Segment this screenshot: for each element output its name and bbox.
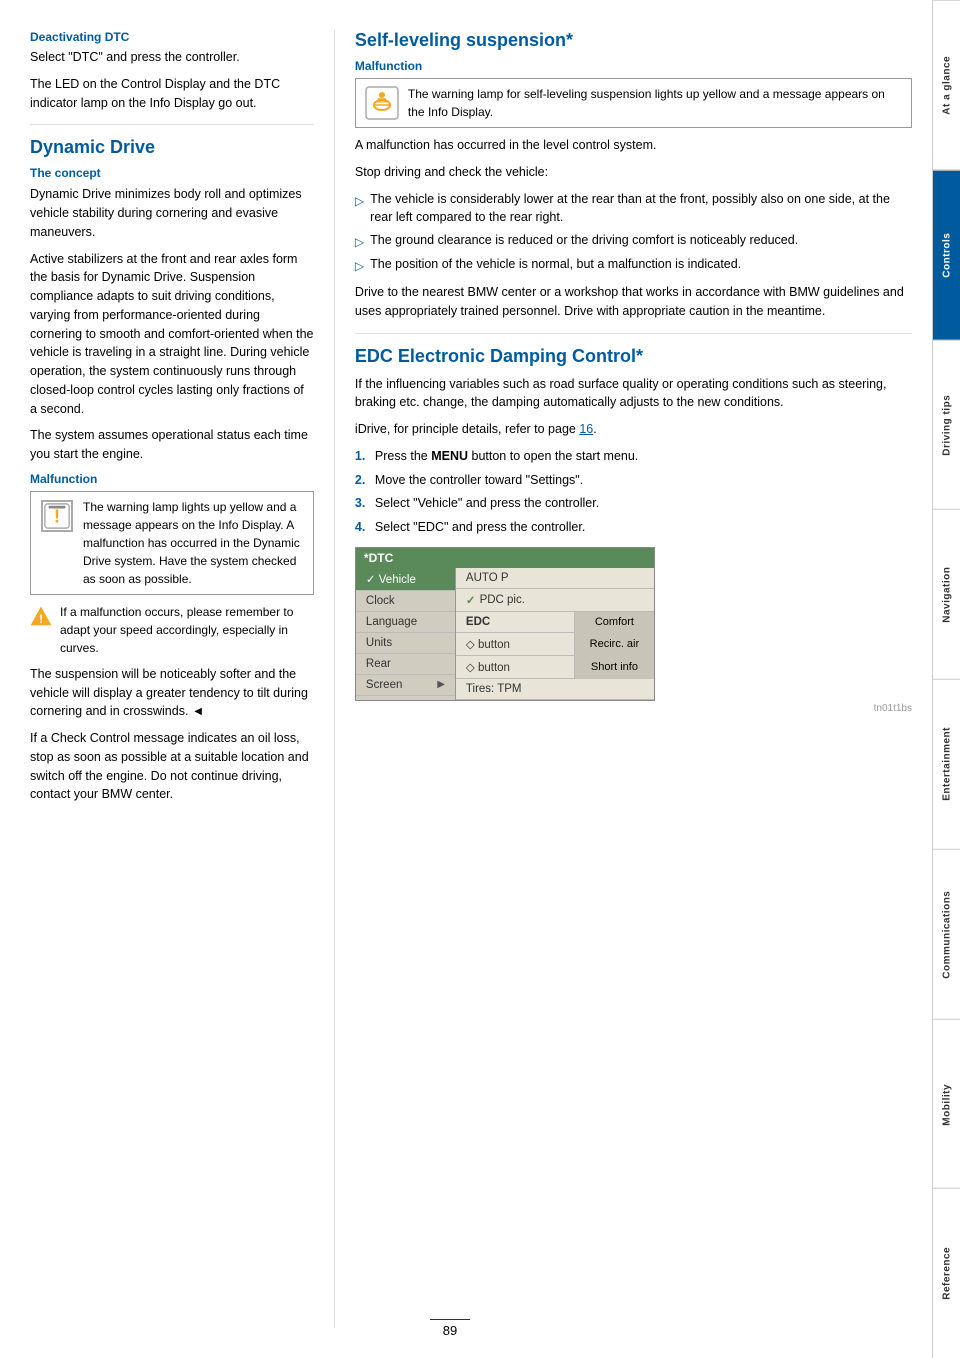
sidebar-tab-reference[interactable]: Reference <box>933 1188 960 1358</box>
deactivating-dtc-text1: Select "DTC" and press the controller. <box>30 48 314 67</box>
idrive-comfort: Comfort <box>574 612 654 633</box>
idrive-item-screen: Screen ▶ <box>356 675 455 696</box>
concept-para1: Dynamic Drive minimizes body roll and op… <box>30 185 314 241</box>
sl-warning-text: The warning lamp for self-leveling suspe… <box>408 85 903 121</box>
caution-text: If a malfunction occurs, please remember… <box>60 603 314 657</box>
idrive-title-bar: *DTC <box>356 548 654 568</box>
concept-para2: Active stabilizers at the front and rear… <box>30 250 314 419</box>
list-item: 1. Press the MENU button to open the sta… <box>355 447 912 466</box>
sl-warning-icon <box>364 85 400 121</box>
self-leveling-heading: Self-leveling suspension* <box>355 30 912 51</box>
deactivating-dtc-heading: Deactivating DTC <box>30 30 314 44</box>
separator2 <box>355 333 912 334</box>
idrive-edc-item: EDC <box>456 612 574 633</box>
sl-warning-box: The warning lamp for self-leveling suspe… <box>355 78 912 128</box>
idrive-button1: ◇ button <box>456 633 574 656</box>
page-number: 89 <box>430 1323 470 1338</box>
idrive-button2: ◇ button <box>456 656 574 679</box>
idrive-menu-screenshot: *DTC Vehicle Clock Language Units Rear S… <box>355 547 655 701</box>
edc-steps: 1. Press the MENU button to open the sta… <box>355 447 912 537</box>
sl-text3: Drive to the nearest BMW center or a wor… <box>355 283 912 321</box>
svg-text:!: ! <box>54 505 60 526</box>
list-item: ▷ The position of the vehicle is normal,… <box>355 255 912 275</box>
dd-malfunction-text2: If a Check Control message indicates an … <box>30 729 314 804</box>
edc-text1: If the influencing variables such as roa… <box>355 375 912 413</box>
sidebar-tab-mobility[interactable]: Mobility <box>933 1019 960 1189</box>
sl-text2: Stop driving and check the vehicle: <box>355 163 912 182</box>
self-leveling-section: Self-leveling suspension* Malfunction <box>355 30 912 321</box>
edc-heading: EDC Electronic Damping Control* <box>355 346 912 367</box>
caution-triangle-icon: ! <box>30 605 52 630</box>
idrive-link[interactable]: 16 <box>579 422 593 436</box>
idrive-menu-items: Vehicle Clock Language Units Rear Screen… <box>356 568 654 700</box>
idrive-recirc: Recirc. air <box>574 633 654 656</box>
idrive-button-row1: ◇ button Recirc. air <box>456 633 654 656</box>
list-item: ▷ The ground clearance is reduced or the… <box>355 231 912 251</box>
idrive-shortinfo: Short info <box>574 656 654 679</box>
idrive-right-autop: AUTO P <box>456 568 654 589</box>
idrive-item-clock: Clock <box>356 591 455 612</box>
concept-heading: The concept <box>30 166 314 180</box>
sl-text1: A malfunction has occurred in the level … <box>355 136 912 155</box>
idrive-item-rear: Rear <box>356 654 455 675</box>
sidebar-tab-at-a-glance[interactable]: At a glance <box>933 0 960 170</box>
dd-warning-box: ! The warning lamp lights up yellow and … <box>30 491 314 595</box>
idrive-right-panel: AUTO P ✓ PDC pic. EDC Comfort <box>456 568 654 700</box>
idrive-left-panel: Vehicle Clock Language Units Rear Screen… <box>356 568 456 700</box>
sidebar-tab-entertainment[interactable]: Entertainment <box>933 679 960 849</box>
idrive-item-units: Units <box>356 633 455 654</box>
sl-bullet-list: ▷ The vehicle is considerably lower at t… <box>355 190 912 276</box>
list-item: ▷ The vehicle is considerably lower at t… <box>355 190 912 228</box>
arrow-icon: ▷ <box>355 233 364 251</box>
dd-malfunction-text1: The suspension will be noticeably softer… <box>30 665 314 721</box>
idrive-item-language: Language <box>356 612 455 633</box>
separator <box>30 124 314 125</box>
arrow-icon: ▷ <box>355 192 364 210</box>
end-symbol: ◄ <box>192 704 204 718</box>
caution-box: ! If a malfunction occurs, please rememb… <box>30 603 314 657</box>
idrive-item-vehicle: Vehicle <box>356 568 455 591</box>
edc-section: EDC Electronic Damping Control* If the i… <box>355 346 912 714</box>
list-item: 3. Select "Vehicle" and press the contro… <box>355 494 912 513</box>
deactivating-dtc-text2: The LED on the Control Display and the D… <box>30 75 314 113</box>
dynamic-drive-heading: Dynamic Drive <box>30 137 314 158</box>
concept-para3: The system assumes operational status ea… <box>30 426 314 464</box>
dd-warning-text: The warning lamp lights up yellow and a … <box>83 498 305 588</box>
page-number-area: 89 <box>430 1319 470 1338</box>
image-number: tn01t1bs <box>355 703 912 714</box>
warning-lamp-icon: ! <box>41 500 73 532</box>
list-item: 2. Move the controller toward "Settings"… <box>355 471 912 490</box>
warning-icon: ! <box>39 498 75 534</box>
sl-malfunction-heading: Malfunction <box>355 59 912 73</box>
arrow-icon: ▷ <box>355 257 364 275</box>
dd-malfunction-heading: Malfunction <box>30 472 314 486</box>
idrive-right-pdc: ✓ PDC pic. <box>456 589 654 612</box>
sidebar-tab-controls[interactable]: Controls <box>933 170 960 340</box>
list-item: 4. Select "EDC" and press the controller… <box>355 518 912 537</box>
right-column: Self-leveling suspension* Malfunction <box>334 30 912 1328</box>
sidebar-tab-navigation[interactable]: Navigation <box>933 509 960 679</box>
sidebar-tab-driving-tips[interactable]: Driving tips <box>933 340 960 510</box>
sidebar: At a glance Controls Driving tips Naviga… <box>932 0 960 1358</box>
edc-text2: iDrive, for principle details, refer to … <box>355 420 912 439</box>
idrive-button-row2: ◇ button Short info <box>456 656 654 679</box>
sidebar-tab-communications[interactable]: Communications <box>933 849 960 1019</box>
idrive-right-edc-row: EDC Comfort <box>456 612 654 633</box>
svg-text:!: ! <box>39 612 43 626</box>
deactivating-dtc-section: Deactivating DTC Select "DTC" and press … <box>30 30 314 112</box>
idrive-tires: Tires: TPM <box>456 679 654 700</box>
left-column: Deactivating DTC Select "DTC" and press … <box>30 30 334 1328</box>
